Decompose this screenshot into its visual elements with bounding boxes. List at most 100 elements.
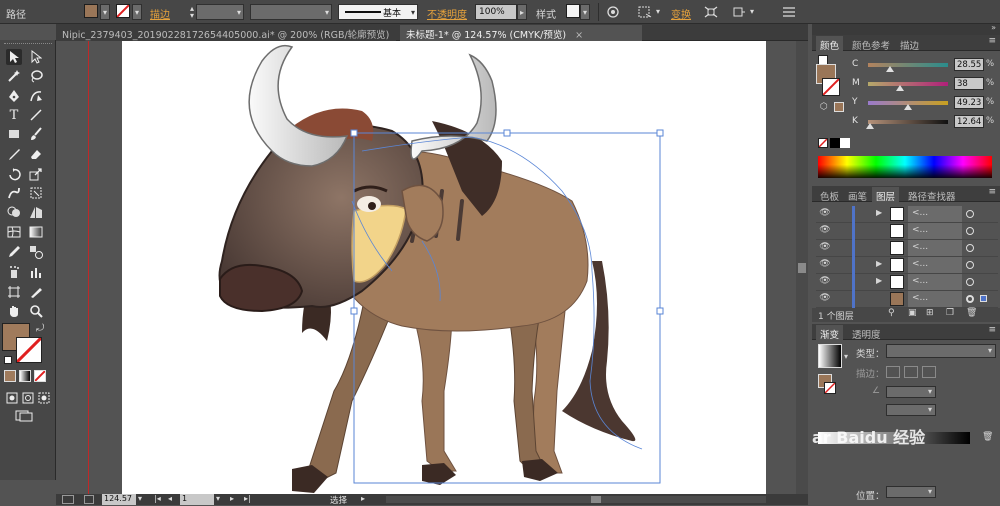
vertical-scrollbar[interactable] [796,41,808,494]
type-tool-icon[interactable]: T [6,107,22,123]
panel-menu-icon[interactable] [780,3,798,21]
curvature-tool-icon[interactable] [28,88,44,104]
selected-art-indicator[interactable] [980,295,987,302]
position-dropdown[interactable]: ▾ [886,486,936,498]
slider-track[interactable] [868,63,948,67]
slider-thumb[interactable] [866,123,874,129]
page-dropdown-icon[interactable]: ▾ [216,494,220,503]
tab-nipic-document[interactable]: Nipic_2379403_20190228172654405000.ai* @… [56,25,396,41]
opacity-input[interactable]: 100% [475,4,517,20]
artboard-nav-icon[interactable] [62,495,74,504]
swap-fill-stroke-icon[interactable]: ⤾ [36,323,44,334]
layer-row[interactable]: 👁 <... [816,291,998,308]
scroll-thumb[interactable] [591,496,601,503]
scale-tool-icon[interactable] [28,166,44,182]
tab-color[interactable]: 颜色 [816,36,844,52]
collapse-icon[interactable]: » [991,23,996,32]
align-to-dropdown[interactable]: ▾ [652,4,662,20]
direct-selection-tool-icon[interactable] [28,49,44,65]
bbox-handle[interactable] [503,129,511,137]
slider-thumb[interactable] [896,85,904,91]
gradient-tool-icon[interactable] [28,224,44,240]
channel-value[interactable]: 38 [954,77,984,90]
gamut-swatch[interactable] [834,102,844,112]
style-dropdown[interactable]: ▾ [580,4,590,20]
angle-dropdown[interactable]: ▾ [886,386,936,398]
opacity-link[interactable]: 不透明度 [427,6,467,21]
slider-track[interactable] [868,120,948,124]
bbox-handle[interactable] [350,129,358,137]
rectangle-tool-icon[interactable] [6,126,22,142]
lasso-tool-icon[interactable] [28,68,44,84]
tab-swatches[interactable]: 色板 [816,187,843,203]
none-mode-icon[interactable] [34,370,46,382]
line-tool-icon[interactable] [28,107,44,123]
layer-row[interactable]: 👁 ▶ <... [816,257,998,274]
visibility-eye-icon[interactable]: 👁 [818,293,832,305]
eraser-tool-icon[interactable] [28,146,44,162]
prev-page-icon[interactable]: ◂ [168,494,172,503]
transform-link[interactable]: 变换 [671,6,691,21]
delete-stop-icon[interactable]: 🗑 [982,432,993,442]
visibility-eye-icon[interactable]: 👁 [818,225,832,237]
white-swatch[interactable] [840,138,850,148]
tab-pathfinder[interactable]: 路径查找器 [904,187,960,203]
close-icon[interactable]: × [575,30,583,41]
none-swatch[interactable] [818,138,828,148]
wildebeest-illustration[interactable] [122,41,766,494]
layer-name[interactable]: <... [908,240,962,256]
target-circle-icon[interactable] [966,244,974,252]
expand-arrow-icon[interactable]: ▶ [876,276,882,285]
first-page-icon[interactable]: |◂ [154,494,161,503]
new-sublayer-icon[interactable]: ⊞ [926,308,934,318]
layer-row[interactable]: 👁 ▶ <... [816,206,998,223]
layer-name[interactable]: <... [908,291,962,307]
gradient-mode-icon[interactable] [19,370,31,382]
channel-value[interactable]: 12.64 [954,115,984,128]
artboard-tool-icon[interactable] [6,284,22,300]
layer-name[interactable]: <... [908,274,962,290]
color-spectrum[interactable] [818,156,992,178]
fill-swatch[interactable] [84,4,98,18]
target-circle-icon[interactable] [966,210,974,218]
export-icon[interactable] [84,495,94,504]
artboard[interactable] [122,41,766,494]
current-stroke-swatch[interactable] [822,78,840,96]
last-page-icon[interactable]: ▸| [244,494,251,503]
draw-inside-icon[interactable] [36,390,52,406]
expand-arrow-icon[interactable]: ▶ [876,208,882,217]
slider-track[interactable] [868,82,948,86]
color-mode-icon[interactable] [4,370,16,382]
blend-tool-icon[interactable] [28,244,44,260]
slider-black[interactable]: K 12.64 % [852,115,1000,129]
out-of-gamut-icon[interactable]: ⬡ [820,102,828,112]
perspective-grid-tool-icon[interactable] [28,204,44,220]
layer-name[interactable]: <... [908,206,962,222]
expand-arrow-icon[interactable]: ▶ [876,259,882,268]
gradient-preview-dropdown-icon[interactable]: ▾ [844,352,848,361]
target-circle-icon[interactable] [966,227,974,235]
stroke-dropdown[interactable]: ▾ [132,4,142,20]
arrange-dropdown[interactable]: ▾ [746,4,756,20]
tab-transparency[interactable]: 透明度 [848,325,885,341]
stroke-across-icon[interactable] [922,366,936,378]
free-transform-tool-icon[interactable] [28,185,44,201]
eyedropper-tool-icon[interactable] [6,244,22,260]
hand-tool-icon[interactable] [6,303,22,319]
column-graph-tool-icon[interactable] [28,264,44,280]
gradient-preview[interactable] [818,344,842,368]
tab-layers[interactable]: 图层 [872,187,900,203]
slider-magenta[interactable]: M 38 % [852,77,1000,91]
aspect-ratio-dropdown[interactable]: ▾ [886,404,936,416]
page-field[interactable]: 1 [180,494,214,505]
pen-tool-icon[interactable] [6,88,22,104]
slider-thumb[interactable] [886,66,894,72]
tab-color-guide[interactable]: 颜色参考 [848,36,894,52]
status-menu-icon[interactable]: ▸ [361,494,365,503]
stroke-along-icon[interactable] [904,366,918,378]
slider-cyan[interactable]: C 28.55 % [852,58,1000,72]
layer-row[interactable]: 👁 <... [816,223,998,240]
layer-row[interactable]: 👁 <... [816,240,998,257]
target-circle-icon[interactable] [966,261,974,269]
slider-thumb[interactable] [904,104,912,110]
